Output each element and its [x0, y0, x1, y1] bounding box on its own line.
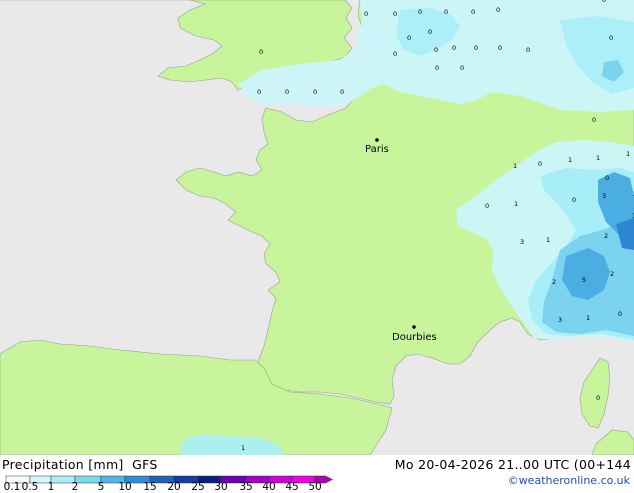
- scale-tick-label: 0.1: [3, 481, 21, 493]
- scale-tick-label: 25: [191, 481, 205, 493]
- precip-value-label: 3: [602, 192, 606, 200]
- precip-value-label: 0: [285, 88, 289, 96]
- footer: Precipitation [mm] GFS Mo 20-04-2026 21.…: [0, 455, 634, 493]
- precip-value-label: 2: [604, 232, 608, 240]
- precip-value-label: 2: [552, 278, 556, 286]
- precip-value-label: 0: [498, 44, 502, 52]
- scale-tick-label: 15: [143, 481, 157, 493]
- precip-value-label: 0: [393, 50, 397, 58]
- precip-value-label: 0: [485, 202, 489, 210]
- precip-value-label: 0: [407, 34, 411, 42]
- scale-tick-label: 0.5: [21, 481, 39, 493]
- precip-value-label: 0: [418, 8, 422, 16]
- precip-value-label: 3: [558, 316, 562, 324]
- precip-value-label: 1: [514, 200, 518, 208]
- precip-value-label: 0: [460, 64, 464, 72]
- precip-value-label: 0: [618, 310, 622, 318]
- precip-value-label: 1: [596, 154, 600, 162]
- precip-value-label: 5: [582, 276, 586, 284]
- precip-value-label: 0: [592, 116, 596, 124]
- scale-tick-label: 35: [239, 481, 253, 493]
- precip-value-label: 0: [572, 196, 576, 204]
- precip-value-label: 1: [546, 236, 550, 244]
- precip-value-label: 0: [428, 28, 432, 36]
- scale-tick-label: 10: [118, 481, 132, 493]
- credit-link[interactable]: ©weatheronline.co.uk: [508, 474, 630, 487]
- city-dot-paris: [375, 138, 379, 142]
- city-dot-dourbies: [412, 325, 416, 329]
- map-canvas: Paris Dourbies 0 0 0 0 0 0 0 0 0 0 0 0 0 0 0 0 0 0 0 0 0 0 0 1 0…: [0, 0, 634, 455]
- title-text: Precipitation [mm]: [2, 457, 124, 472]
- precip-value-label: 1: [513, 162, 517, 170]
- scale-tick-label: 20: [167, 481, 181, 493]
- precipitation-map: Paris Dourbies 0 0 0 0 0 0 0 0 0 0 0 0 0 0 0 0 0 0 0 0 0 0 0 1 0…: [0, 0, 634, 455]
- precip-value-label: 0: [340, 88, 344, 96]
- precip-value-label: 0: [444, 8, 448, 16]
- scale-arrow: [326, 476, 333, 483]
- precip-value-label: 0: [526, 46, 530, 54]
- precip-value-label: 1: [626, 150, 630, 158]
- precip-value-label: 0: [435, 64, 439, 72]
- precip-value-label: 0: [596, 394, 600, 402]
- precip-value-label: 2: [610, 270, 614, 278]
- precip-value-label: 0: [471, 8, 475, 16]
- precip-value-label: 0: [452, 44, 456, 52]
- precip-value-label: 0: [257, 88, 261, 96]
- scale-tick-label: 40: [262, 481, 276, 493]
- precip-value-label: 1: [568, 156, 572, 164]
- map-title: Precipitation [mm] GFS: [2, 457, 158, 472]
- precip-value-label: 0: [605, 174, 609, 182]
- precip-value-label: 0: [474, 44, 478, 52]
- precip-value-label: 0: [496, 6, 500, 14]
- precip-value-label: 0: [609, 34, 613, 42]
- precip-value-label: 0: [434, 46, 438, 54]
- valid-time: Mo 20-04-2026 21..00 UTC (00+144: [394, 457, 631, 472]
- precip-value-label: 0: [602, 0, 606, 4]
- precip-value-label: 1: [241, 444, 245, 452]
- precip-value-label: 0: [393, 10, 397, 18]
- scale-tick-label: 5: [97, 481, 105, 493]
- precip-value-label: 0: [538, 160, 542, 168]
- scale-tick-label: 1: [47, 481, 55, 493]
- precip-value-label: 0: [364, 10, 368, 18]
- scale-tick-label: 50: [308, 481, 322, 493]
- precip-value-label: 1: [586, 314, 590, 322]
- scale-tick-label: 30: [214, 481, 228, 493]
- scale-tick-label: 45: [285, 481, 299, 493]
- city-label-dourbies: Dourbies: [392, 332, 437, 343]
- scale-tick-label: 2: [71, 481, 79, 493]
- precip-value-label: 0: [313, 88, 317, 96]
- precip-value-label: 3: [520, 238, 524, 246]
- precip-value-label: 0: [259, 48, 263, 56]
- city-label-paris: Paris: [365, 144, 389, 155]
- model-name: GFS: [132, 457, 158, 472]
